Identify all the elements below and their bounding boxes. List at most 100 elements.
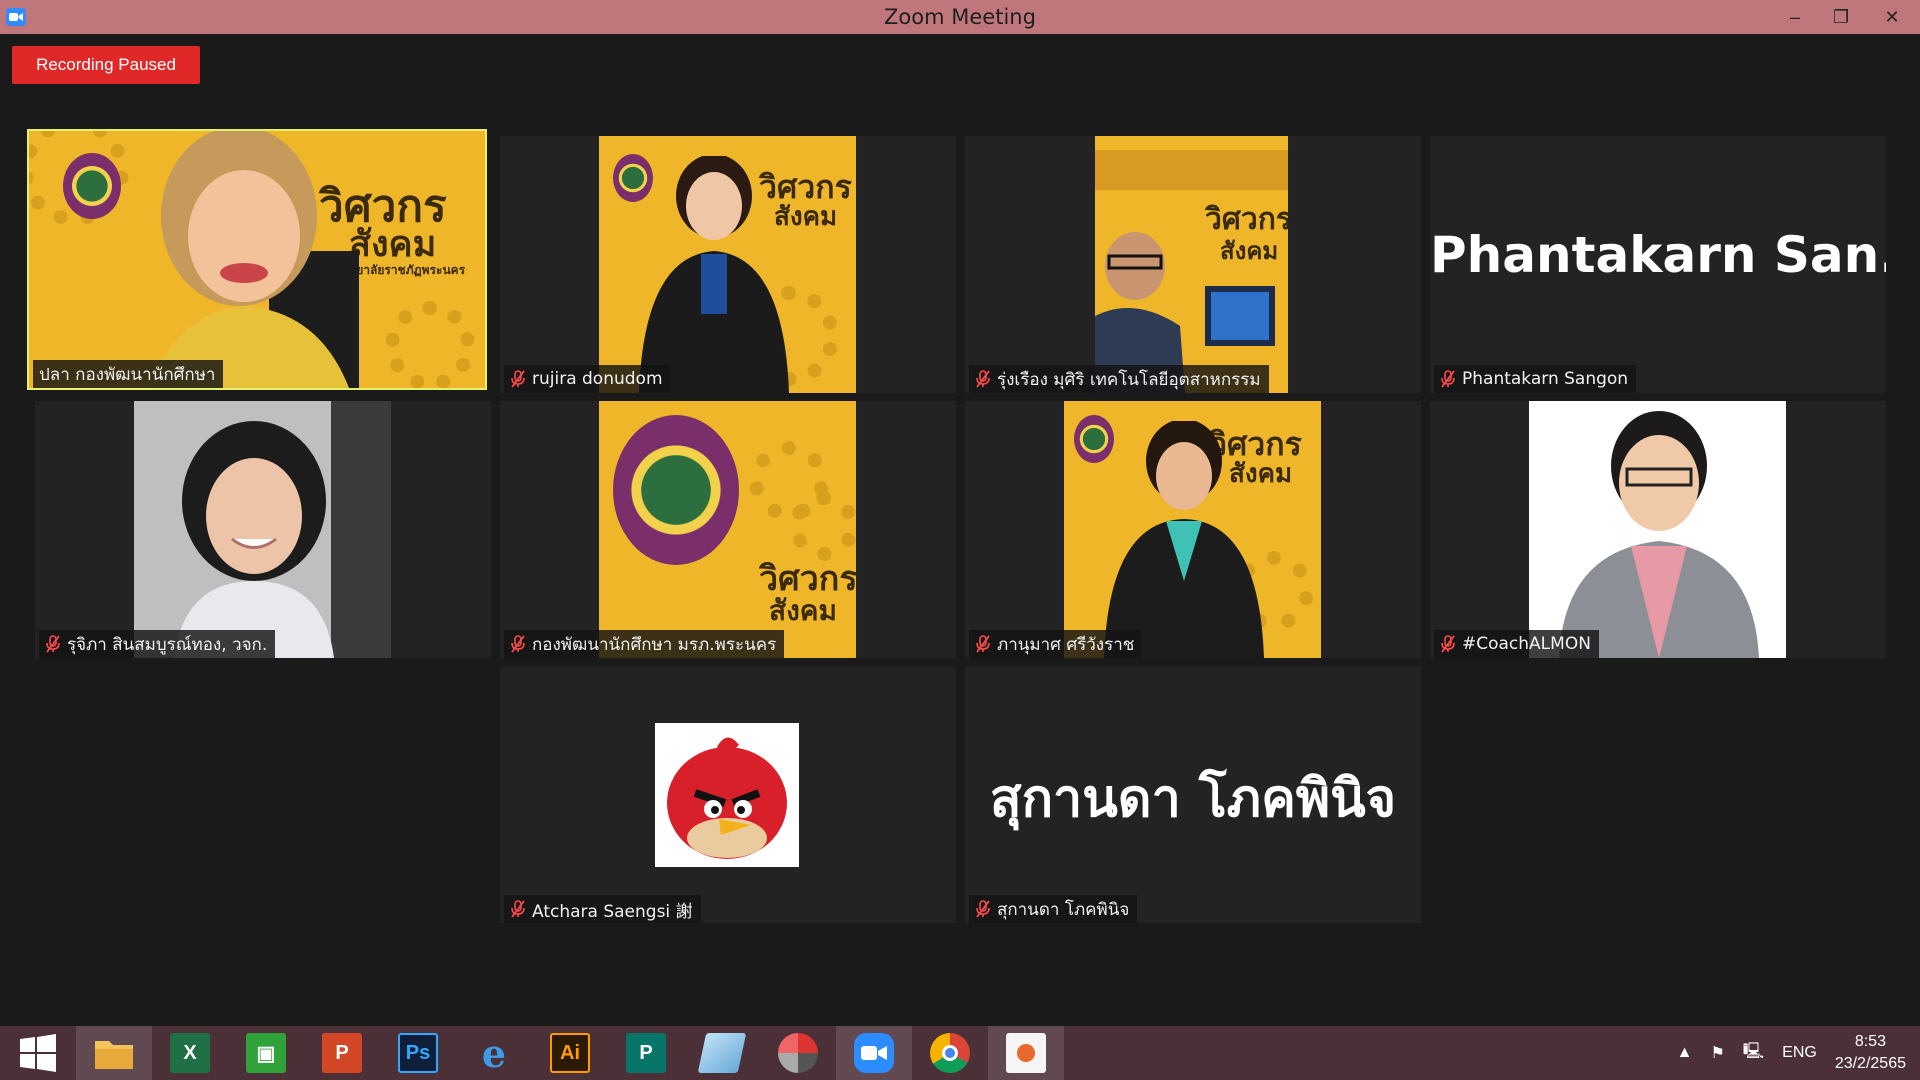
participant-nameplate: Phantakarn Sangon [1434,365,1637,393]
zoom-icon [854,1033,894,1073]
zoom-app-icon [6,8,26,26]
muted-mic-icon [510,635,526,653]
participant-nameplate: กองพัฒนานักศึกษา มรภ.พระนคร [504,630,785,658]
internet-explorer-button[interactable]: e [456,1026,532,1080]
participant-image [174,421,334,658]
paint-button[interactable] [988,1026,1064,1080]
system-tray: ▲ ⚑ 🖳 ENG 8:53 23/2/2565 [1677,1026,1920,1080]
window-controls: – ❐ ✕ [1772,0,1920,34]
participant-video: วิศวกร สังคม มหาวิทยาลัยราชภัฏพระนคร [29,131,485,388]
title-bar: Zoom Meeting – ❐ ✕ [0,0,1920,34]
language-indicator[interactable]: ENG [1782,1044,1817,1062]
participant-tile[interactable]: วิศวกร สังคม rujira donudom [500,136,956,393]
participant-image [149,131,359,388]
participant-tile[interactable]: วิศวกร สังคม รุ่งเรือง มุศิริ เทคโนโลยีอ… [965,136,1421,393]
participant-tile[interactable]: Phantakarn San... Phantakarn Sangon [1430,136,1886,393]
zoom-button[interactable] [836,1026,912,1080]
clock-date: 23/2/2565 [1834,1055,1906,1072]
muted-mic-icon [45,635,61,653]
illustrator-icon: Ai [550,1033,590,1073]
participant-nameplate: rujira donudom [504,365,671,393]
participant-video: วิศวกร สังคม [1095,136,1288,393]
taskbar: X ▣ P Ps e Ai P ▲ ⚑ 🖳 ENG 8:53 23/2/2565 [0,1026,1920,1080]
chrome-icon [930,1033,970,1073]
paint-icon [1006,1033,1046,1073]
clock[interactable]: 8:53 23/2/2565 [1835,1031,1906,1075]
muted-mic-icon [975,635,991,653]
participant-video: วิศวกร สังคม [1064,401,1321,658]
participant-nameplate: ปลา กองพัฒนานักศึกษา [33,360,224,388]
muted-mic-icon [510,370,526,388]
participant-display-name: Phantakarn San... [1430,226,1886,284]
folder-icon [95,1041,133,1069]
participant-display-name: สุกานดา โภคพินิจ [989,769,1397,829]
photoscape-icon [778,1033,818,1073]
notes-icon [697,1033,747,1073]
participant-name: รุ่งเรือง มุศิริ เทคโนโลยีอุตสาหกรรม [997,369,1261,390]
start-button[interactable] [0,1026,76,1080]
participant-video [1529,401,1786,658]
chrome-button[interactable] [912,1026,988,1080]
clock-time: 8:53 [1854,1033,1886,1050]
minimize-button[interactable]: – [1772,0,1818,34]
participant-nameplate: รุจิภา สินสมบูรณ์ทอง, วจก. [39,630,276,658]
excel-button[interactable]: X [152,1026,228,1080]
participant-name: rujira donudom [532,369,663,389]
notes-button[interactable] [684,1026,760,1080]
university-seal-icon [613,415,739,565]
close-button[interactable]: ✕ [1864,0,1920,34]
photoshop-icon: Ps [398,1033,438,1073]
university-seal-icon [63,153,121,219]
participant-tile[interactable]: วิศวกร สังคม มหาวิทยาลัยราชภัฏพระนคร ปลา… [27,129,487,390]
participant-tile[interactable]: วิศวกร สังคม กองพัฒนานักศึกษา มรภ.พระนคร [500,401,956,658]
network-icon[interactable]: 🖳 [1743,1040,1764,1067]
photoshop-button[interactable]: Ps [380,1026,456,1080]
participant-name: ปลา กองพัฒนานักศึกษา [39,364,216,385]
muted-mic-icon [1440,635,1456,653]
participant-nameplate: สุกานดา โภคพินิจ [969,895,1138,923]
participant-tile[interactable]: รุจิภา สินสมบูรณ์ทอง, วจก. [35,401,491,658]
recording-paused-badge[interactable]: Recording Paused [12,46,200,84]
participant-name: ภานุมาศ ศรีวังราช [997,634,1135,655]
windows-logo-icon [20,1034,56,1072]
photoscape-button[interactable] [760,1026,836,1080]
participant-nameplate: ภานุมาศ ศรีวังราช [969,630,1143,658]
store-bag-icon: ▣ [246,1033,286,1073]
participant-name: สุกานดา โภคพินิจ [997,899,1130,920]
publisher-button[interactable]: P [608,1026,684,1080]
store-button[interactable]: ▣ [228,1026,304,1080]
participant-name: กองพัฒนานักศึกษา มรภ.พระนคร [532,634,777,655]
participant-image [639,156,789,393]
window-title: Zoom Meeting [884,5,1036,29]
participant-nameplate: รุ่งเรือง มุศิริ เทคโนโลยีอุตสาหกรรม [969,365,1269,393]
muted-mic-icon [510,900,526,918]
participant-video: วิศวกร สังคม [599,401,856,658]
muted-mic-icon [975,370,991,388]
participant-name: รุจิภา สินสมบูรณ์ทอง, วจก. [67,634,268,655]
restore-button[interactable]: ❐ [1818,0,1864,34]
powerpoint-icon: P [322,1033,362,1073]
illustrator-button[interactable]: Ai [532,1026,608,1080]
action-center-flag-icon[interactable]: ⚑ [1710,1043,1724,1063]
participant-video [134,401,391,658]
participant-image [1559,411,1759,658]
excel-icon: X [170,1033,210,1073]
participant-tile[interactable]: วิศวกร สังคม ภานุมาศ ศรีวังราช [965,401,1421,658]
participant-name: Atchara Saengsi 謝 [532,901,693,922]
participant-nameplate: Atchara Saengsi 謝 [504,895,701,923]
participant-image [1104,421,1264,658]
meeting-gallery: Recording Paused วิศวกร สังคม มหาวิทยาลั… [0,34,1920,1026]
publisher-icon: P [626,1033,666,1073]
angry-bird-avatar-icon [667,737,787,859]
participant-tile[interactable]: สุกานดา โภคพินิจ สุกานดา โภคพินิจ [965,666,1421,923]
participant-nameplate: #CoachALMON [1434,630,1599,658]
show-hidden-icons-icon[interactable]: ▲ [1677,1044,1693,1062]
participant-tile[interactable]: Atchara Saengsi 謝 [500,666,956,923]
muted-mic-icon [1440,370,1456,388]
participant-tile[interactable]: #CoachALMON [1430,401,1886,658]
participant-video: วิศวกร สังคม [599,136,856,393]
file-explorer-button[interactable] [76,1026,152,1080]
powerpoint-button[interactable]: P [304,1026,380,1080]
participant-name: #CoachALMON [1462,634,1591,654]
muted-mic-icon [975,900,991,918]
